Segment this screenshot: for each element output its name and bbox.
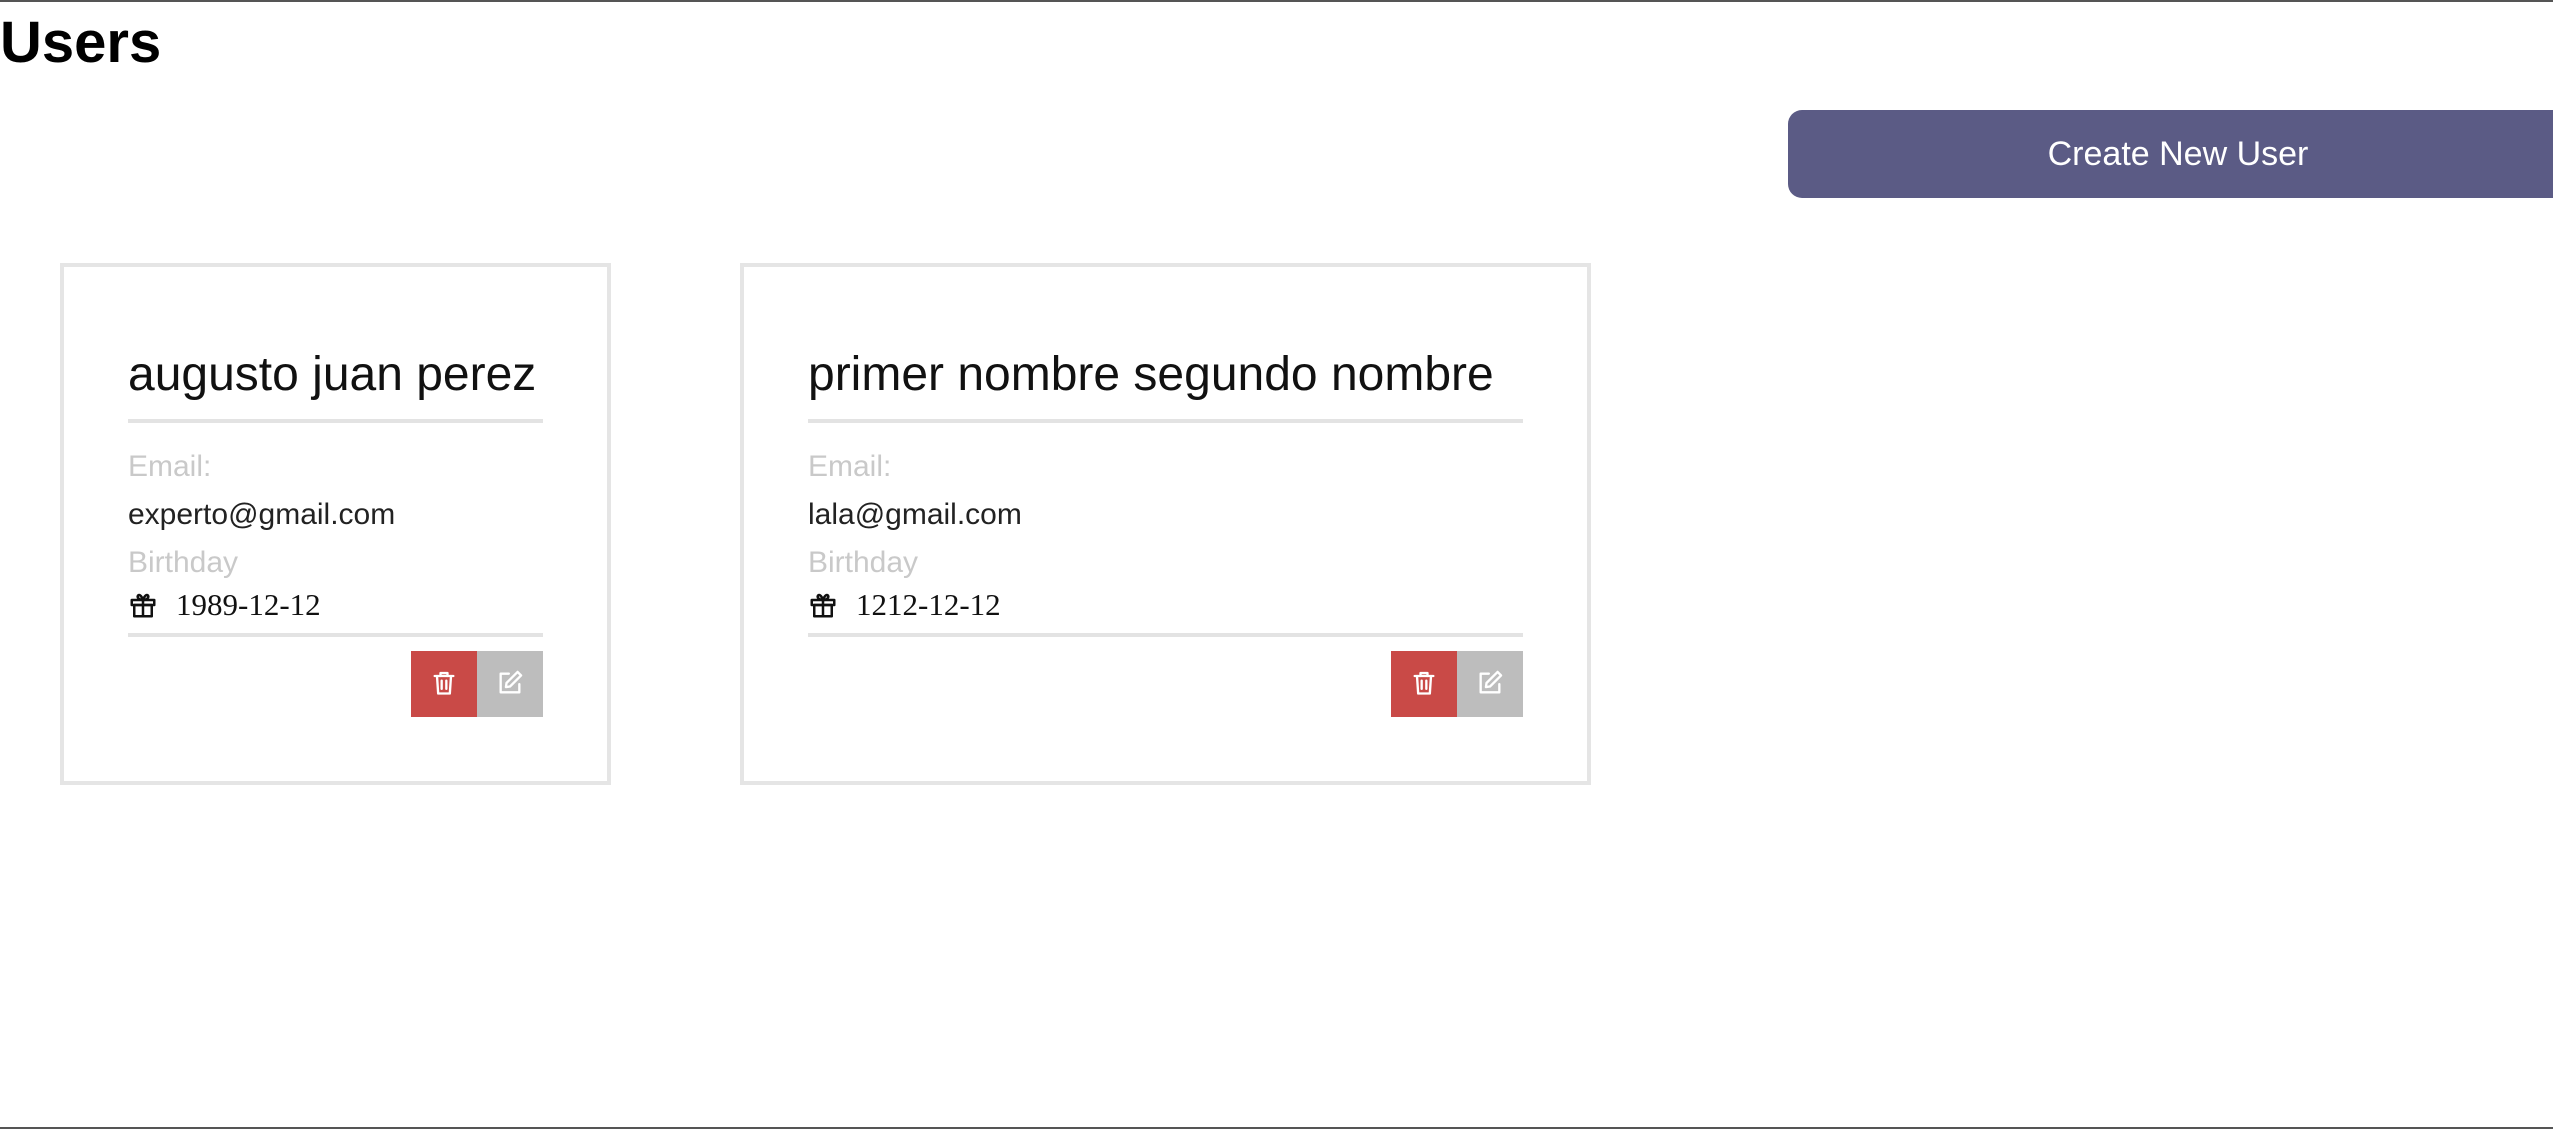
card-actions	[1391, 651, 1523, 717]
create-new-user-button[interactable]: Create New User	[1788, 110, 2553, 198]
birthday-value: 1989-12-12	[176, 587, 321, 622]
user-name: primer nombre segundo nombre	[808, 348, 1494, 401]
birthday-label: Birthday	[808, 546, 919, 579]
gift-icon	[128, 590, 158, 620]
birthday-row: 1212-12-12	[808, 585, 1001, 625]
divider	[128, 633, 543, 637]
delete-user-button[interactable]	[1391, 651, 1457, 717]
trash-icon	[430, 669, 458, 700]
user-name: augusto juan perez	[128, 348, 537, 401]
users-page: Users Create New User augusto juan perez…	[0, 0, 2553, 1129]
edit-user-button[interactable]	[1457, 651, 1523, 717]
birthday-label: Birthday	[128, 546, 239, 579]
delete-user-button[interactable]	[411, 651, 477, 717]
divider	[808, 419, 1523, 423]
divider	[808, 633, 1523, 637]
email-value: lala@gmail.com	[808, 498, 1022, 531]
edit-icon	[496, 669, 524, 700]
edit-user-button[interactable]	[477, 651, 543, 717]
page-title: Users	[0, 10, 162, 75]
email-label: Email:	[128, 450, 212, 483]
email-label: Email:	[808, 450, 892, 483]
user-card: primer nombre segundo nombre Email: lala…	[740, 263, 1591, 785]
birthday-value: 1212-12-12	[856, 587, 1001, 622]
gift-icon	[808, 590, 838, 620]
email-value: experto@gmail.com	[128, 498, 396, 531]
card-actions	[411, 651, 543, 717]
trash-icon	[1410, 669, 1438, 700]
birthday-row: 1989-12-12	[128, 585, 321, 625]
edit-icon	[1476, 669, 1504, 700]
divider	[128, 419, 543, 423]
user-card: augusto juan perez Email: experto@gmail.…	[60, 263, 611, 785]
